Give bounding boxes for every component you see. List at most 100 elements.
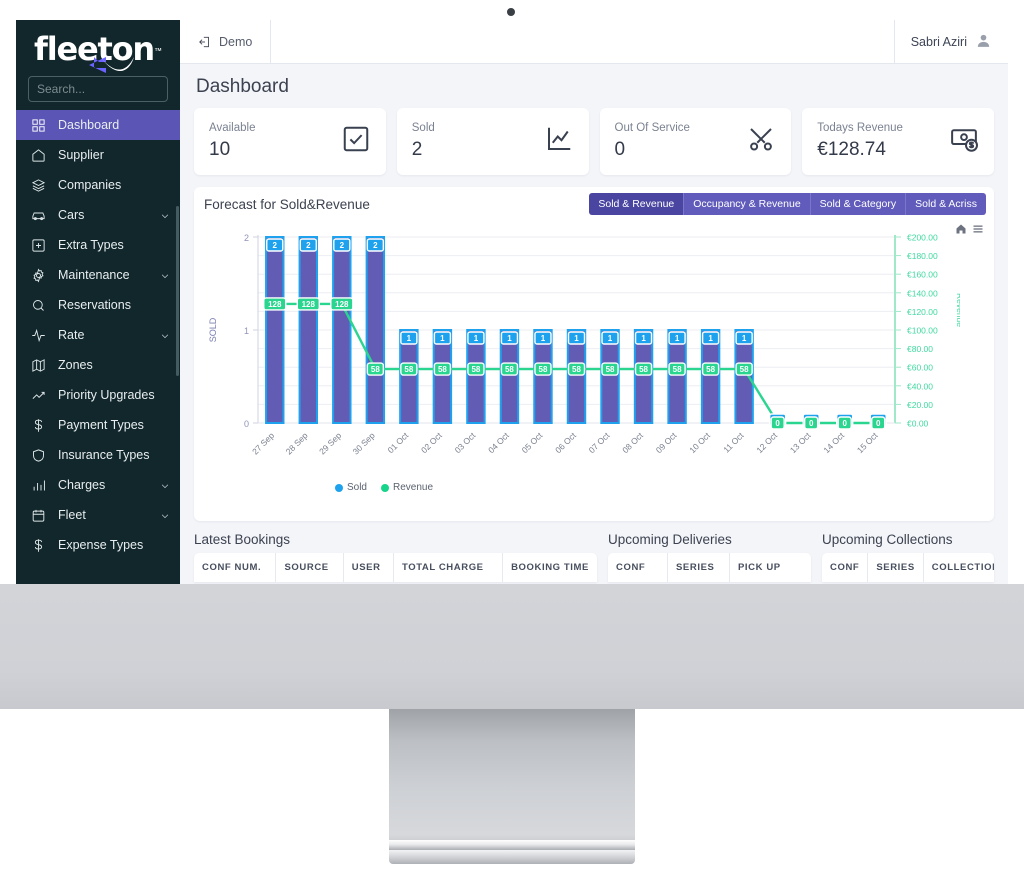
- chevron-down-icon[interactable]: [160, 270, 170, 280]
- sidebar-item-companies[interactable]: Companies: [16, 170, 180, 200]
- x-axis-tick-label: 27 Sep: [250, 430, 276, 456]
- sidebar-item-dashboard[interactable]: Dashboard: [16, 110, 180, 140]
- upcoming-collections-title: Upcoming Collections: [822, 532, 953, 547]
- svg-text:58: 58: [539, 365, 548, 374]
- sidebar-item-label: Insurance Types: [58, 448, 150, 462]
- stat-card-value: 2: [411, 139, 423, 160]
- sidebar-item-fleet[interactable]: Fleet: [16, 500, 180, 530]
- sidebar-item-label: Maintenance: [58, 268, 130, 282]
- bar-value-label: 1: [433, 331, 452, 345]
- svg-text:58: 58: [706, 365, 715, 374]
- chevron-down-icon[interactable]: [160, 510, 170, 520]
- user-menu[interactable]: Sabri Aziri: [893, 20, 1008, 63]
- page-content: Dashboard Available 10 Sold 2 Out Of Service…: [180, 64, 1008, 584]
- legend-item-sold[interactable]: Sold: [334, 482, 367, 493]
- chart-tab-sold-acriss[interactable]: Sold & Acriss: [906, 193, 986, 215]
- y2-axis-tick-label: €20.00: [907, 400, 933, 410]
- tools-icon: [750, 128, 773, 151]
- sidebar-item-payment-types[interactable]: Payment Types: [16, 410, 180, 440]
- stat-card-sold[interactable]: Sold 2: [396, 108, 589, 175]
- column-header[interactable]: BOOKING TIME: [503, 553, 597, 582]
- y2-axis-tick-label: €80.00: [907, 344, 933, 354]
- svg-text:128: 128: [335, 300, 349, 309]
- column-header[interactable]: USER: [344, 553, 394, 582]
- svg-text:1: 1: [641, 334, 646, 343]
- sidebar-nav: Dashboard Supplier Companies Cars Extra Type…: [16, 110, 180, 584]
- sidebar-item-extra-types[interactable]: Extra Types: [16, 230, 180, 260]
- table-header-row: CONF SERIES COLLECTION: [822, 553, 994, 582]
- screen: fleeton™ Dashboard Supplier Companies Cars E…: [16, 20, 1008, 584]
- column-header[interactable]: SERIES: [668, 553, 730, 582]
- sidebar-item-supplier[interactable]: Supplier: [16, 140, 180, 170]
- tab-demo[interactable]: Demo: [180, 20, 272, 63]
- sidebar-item-zones[interactable]: Zones: [16, 350, 180, 380]
- stat-card-text: Sold 2: [412, 122, 435, 161]
- sidebar-scrollbar[interactable]: [176, 206, 179, 376]
- stat-card-text: Todays Revenue €128.74: [817, 122, 903, 161]
- sidebar-item-cars[interactable]: Cars: [16, 200, 180, 230]
- app-logo[interactable]: fleeton™: [16, 20, 180, 73]
- sidebar-item-maintenance[interactable]: Maintenance: [16, 260, 180, 290]
- bar-value-label: 1: [601, 331, 619, 345]
- column-header[interactable]: SERIES: [868, 553, 924, 582]
- svg-text:58: 58: [404, 365, 413, 374]
- sidebar-item-reservations[interactable]: Reservations: [16, 290, 180, 320]
- column-header[interactable]: COLLECTION: [924, 553, 994, 582]
- svg-text:58: 58: [505, 365, 514, 374]
- stat-card-label: Sold: [411, 122, 435, 134]
- latest-bookings-block: Latest Bookings CONF NUM. SOURCE USER TOTAL…: [194, 532, 597, 582]
- svg-text:58: 58: [572, 365, 581, 374]
- logo-trademark: ™: [153, 46, 162, 56]
- sidebar-item-rate[interactable]: Rate: [16, 320, 180, 350]
- menu-icon[interactable]: [972, 222, 984, 240]
- chart-tab-sold-revenue[interactable]: Sold & Revenue: [589, 193, 685, 215]
- chevron-down-icon[interactable]: [160, 330, 170, 340]
- y2-axis-tick-label: €160.00: [907, 270, 938, 280]
- home-icon[interactable]: [955, 222, 967, 240]
- column-header[interactable]: PICK UP: [730, 553, 789, 582]
- x-axis-tick-label: 06 Oct: [553, 430, 578, 455]
- chart-tab-occupancy-revenue[interactable]: Occupancy & Revenue: [684, 193, 811, 215]
- sidebar-item-expense-types[interactable]: Expense Types: [16, 530, 180, 560]
- bar: [365, 236, 386, 424]
- column-header[interactable]: CONF: [608, 553, 668, 582]
- chevron-down-icon[interactable]: [160, 210, 170, 220]
- x-axis-tick-label: 02 Oct: [419, 430, 444, 455]
- bar: [298, 236, 319, 424]
- upcoming-deliveries-title: Upcoming Deliveries: [608, 532, 732, 547]
- sidebar-item-charges[interactable]: Charges: [16, 470, 180, 500]
- svg-text:1: 1: [708, 334, 713, 343]
- stat-cards: Available 10 Sold 2 Out Of Service 0 Todays Re…: [194, 108, 994, 175]
- activity-icon: [30, 327, 46, 343]
- svg-text:1: 1: [608, 334, 613, 343]
- sidebar-item-label: Expense Types: [58, 538, 144, 552]
- legend-item-revenue[interactable]: Revenue: [380, 482, 433, 493]
- stat-card-available[interactable]: Available 10: [194, 108, 386, 175]
- webcam-dot: [507, 8, 515, 16]
- app-shell: fleeton™ Dashboard Supplier Companies Cars E…: [16, 20, 1008, 584]
- column-header[interactable]: CONF NUM.: [194, 553, 277, 582]
- sidebar-item-insurance-types[interactable]: Insurance Types: [16, 440, 180, 470]
- bar-value-label: 2: [333, 238, 351, 252]
- table-header-row: CONF SERIES PICK UP: [608, 553, 811, 582]
- chevron-down-icon[interactable]: [160, 480, 170, 490]
- svg-text:58: 58: [606, 365, 615, 374]
- column-header[interactable]: TOTAL CHARGE: [394, 553, 504, 582]
- svg-text:1: 1: [675, 334, 680, 343]
- stat-card-out-of-service[interactable]: Out Of Service 0: [599, 108, 792, 175]
- chart-legend: Sold Revenue: [180, 480, 988, 501]
- sidebar-item-priority-upgrades[interactable]: Priority Upgrades: [16, 380, 180, 410]
- svg-text:0: 0: [876, 419, 881, 428]
- chart-tab-sold-category[interactable]: Sold & Category: [810, 193, 907, 215]
- column-header[interactable]: CONF: [822, 553, 869, 582]
- logo-swoosh-icon: [89, 57, 135, 73]
- column-header[interactable]: SOURCE: [276, 553, 344, 582]
- stat-card-text: Available 10: [209, 122, 255, 161]
- sidebar-item-label: Supplier: [58, 148, 104, 162]
- x-axis-tick-label: 07 Oct: [587, 430, 612, 455]
- revenue-value-label: 58: [366, 362, 385, 376]
- upcoming-collections-block: Upcoming Collections CONF SERIES COLLECTIO…: [822, 532, 994, 582]
- svg-text:0: 0: [775, 419, 780, 428]
- stat-card-todays-revenue[interactable]: Todays Revenue €128.74: [802, 108, 994, 175]
- search-input[interactable]: [28, 76, 168, 102]
